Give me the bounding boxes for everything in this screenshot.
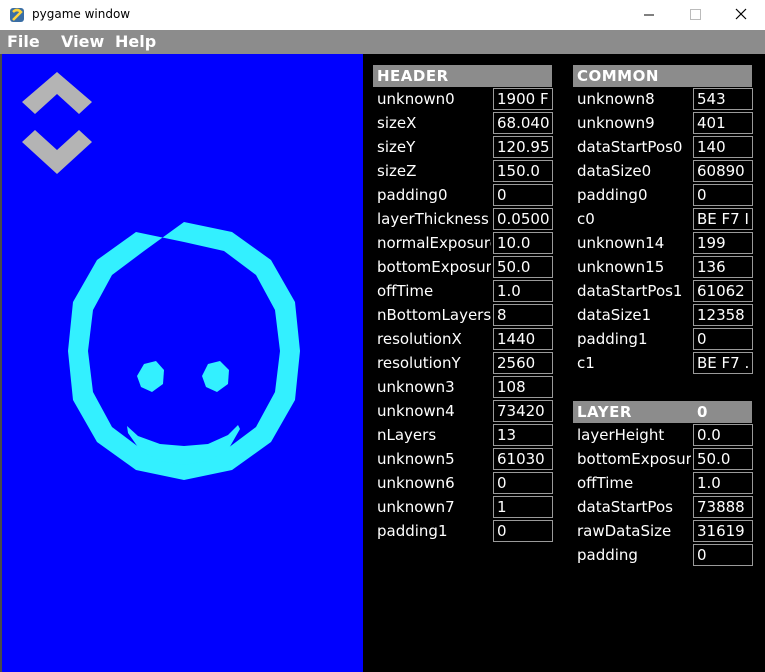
left-eye [137,361,164,392]
header-field-label: resolutionY [377,354,461,372]
common-field-value[interactable]: 140 [693,136,753,158]
common-field-value[interactable]: BE F7 I [693,208,753,230]
layer-field-label: rawDataSize [577,522,672,540]
common-field-label: dataStartPos1 [577,282,683,300]
header-field-value[interactable]: 0 [493,472,553,494]
header-field-value[interactable]: 68.040 [493,112,553,134]
minimize-button[interactable] [626,0,672,30]
common-field-label: padding1 [577,330,648,348]
layer-field-value[interactable]: 50.0 [693,448,753,470]
layer-field-label: padding [577,546,638,564]
header-field-value[interactable]: 120.95 [493,136,553,158]
maximize-button[interactable] [672,0,718,30]
layer-field-value[interactable]: 1.0 [693,472,753,494]
common-field-label: unknown8 [577,90,655,108]
layer-field-value[interactable]: 73888 [693,496,753,518]
common-field-value[interactable]: 12358 [693,304,753,326]
layer-field-value[interactable]: 0.0 [693,424,753,446]
header-field-label: nLayers [377,426,437,444]
common-field-value[interactable]: 543 [693,88,753,110]
header-field-value[interactable]: 61030 [493,448,553,470]
header-field-label: unknown3 [377,378,455,396]
layer-section-title: LAYER [573,401,752,423]
header-field-value[interactable]: 0.0500 [493,208,553,230]
layer-field-value[interactable]: 31619 [693,520,753,542]
header-field-value[interactable]: 108 [493,376,553,398]
header-field-value[interactable]: 1 [493,496,553,518]
close-button[interactable] [718,0,764,30]
common-field-label: unknown14 [577,234,665,252]
close-icon [735,8,747,20]
common-field-value[interactable]: 61062 [693,280,753,302]
layer-index: 0 [697,403,708,421]
common-field-value[interactable]: 0 [693,184,753,206]
right-eye [202,361,229,392]
header-field-value[interactable]: 73420 [493,400,553,422]
header-field-value[interactable]: 50.0 [493,256,553,278]
header-field-value[interactable]: 0 [493,520,553,542]
window-title: pygame window [32,7,131,21]
header-field-label: sizeZ [377,162,417,180]
common-field-label: dataSize0 [577,162,652,180]
menu-help[interactable]: Help [115,32,156,51]
header-field-value[interactable]: 1440 [493,328,553,350]
chevron-up-icon[interactable] [22,72,92,122]
header-field-label: offTime [377,282,434,300]
header-field-label: padding1 [377,522,448,540]
header-field-label: padding0 [377,186,448,204]
layer-field-label: offTime [577,474,634,492]
common-field-label: unknown9 [577,114,655,132]
header-field-label: bottomExposure [377,258,491,276]
common-field-value[interactable]: 136 [693,256,753,278]
header-field-label: unknown0 [377,90,455,108]
header-field-label: normalExposure [377,234,491,252]
header-field-value[interactable]: 13 [493,424,553,446]
common-field-value[interactable]: 60890 [693,160,753,182]
header-field-value[interactable]: 1900 F [493,88,553,110]
header-field-value[interactable]: 8 [493,304,553,326]
common-field-label: dataStartPos0 [577,138,683,156]
header-field-label: resolutionX [377,330,462,348]
header-field-label: unknown6 [377,474,455,492]
common-field-value[interactable]: 199 [693,232,753,254]
header-field-value[interactable]: 0 [493,184,553,206]
header-field-label: unknown5 [377,450,455,468]
layer-preview[interactable] [2,54,363,672]
header-field-value[interactable]: 150.0 [493,160,553,182]
header-field-value[interactable]: 10.0 [493,232,553,254]
common-field-value[interactable]: BE F7 . [693,352,753,374]
common-section-title: COMMON [573,65,752,87]
common-field-label: dataSize1 [577,306,652,324]
header-field-label: sizeX [377,114,417,132]
header-section-title: HEADER [373,65,552,87]
layer-field-value[interactable]: 0 [693,544,753,566]
face-ring [68,222,300,480]
layer-field-label: layerHeight [577,426,665,444]
common-field-label: unknown15 [577,258,665,276]
header-field-label: unknown7 [377,498,455,516]
header-field-value[interactable]: 1.0 [493,280,553,302]
header-field-label: sizeY [377,138,416,156]
common-field-value[interactable]: 401 [693,112,753,134]
common-field-value[interactable]: 0 [693,328,753,350]
common-field-label: c0 [577,210,595,228]
chevron-down-icon[interactable] [22,130,92,180]
menu-file[interactable]: File [7,32,40,51]
pygame-icon [10,8,24,22]
common-field-label: padding0 [577,186,648,204]
common-field-label: c1 [577,354,595,372]
layer-field-label: dataStartPos [577,498,673,516]
smiley-face-image [68,222,300,480]
header-field-label: layerThickness [377,210,489,228]
header-field-label: unknown4 [377,402,455,420]
title-bar: pygame window [0,0,765,30]
menu-bar: File View Help [0,30,765,54]
minimize-icon [644,14,654,16]
header-field-value[interactable]: 2560 [493,352,553,374]
maximize-icon [690,9,701,20]
layer-field-label: bottomExposure [577,450,691,468]
header-field-label: nBottomLayers [377,306,491,324]
menu-view[interactable]: View [61,32,104,51]
